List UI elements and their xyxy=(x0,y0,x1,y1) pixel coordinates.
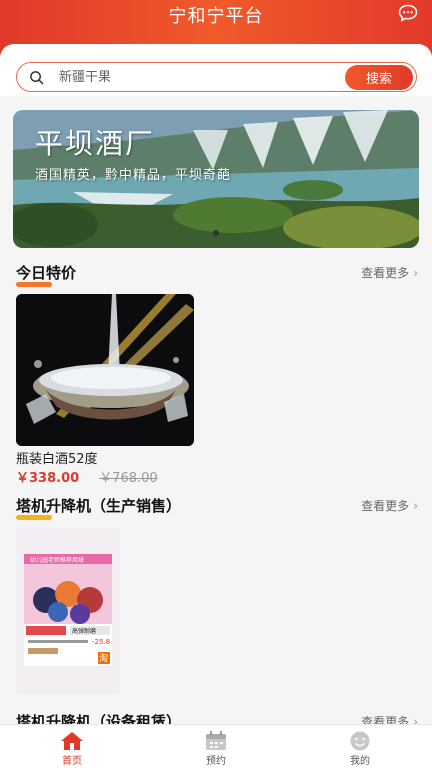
ad-text-top: 幼儿园老师推荐用球 xyxy=(30,557,85,564)
tab-label: 首页 xyxy=(62,756,82,767)
search-bar: 搜索 xyxy=(0,44,432,96)
search-icon xyxy=(30,71,44,85)
search-input[interactable] xyxy=(59,68,329,87)
section-accent-bar xyxy=(16,282,52,287)
tab-label: 我的 xyxy=(350,756,370,767)
bottom-tab-bar: 首页 预约 我的 xyxy=(0,724,432,768)
carousel-indicator xyxy=(13,221,419,240)
banner-subtitle: 酒国精英，黔中精品，平坝奇葩 xyxy=(35,168,232,183)
section-accent-bar xyxy=(16,515,52,520)
taobao-badge-icon: 淘 xyxy=(99,654,109,664)
chat-bubble-icon xyxy=(398,4,418,22)
ad-text-tag: 高弹耐磨 xyxy=(72,628,97,635)
section-header-special-offers: 今日特价 查看更多 › xyxy=(16,262,418,292)
product-image-liquor xyxy=(16,294,194,446)
calendar-icon xyxy=(206,731,226,750)
section-title: 今日特价 xyxy=(16,264,77,282)
chevron-right-icon: › xyxy=(413,266,418,280)
message-button[interactable] xyxy=(398,4,418,22)
page-title: 宁和宁平台 xyxy=(168,6,264,27)
banner-title: 平坝酒厂 xyxy=(35,127,156,160)
chevron-right-icon: › xyxy=(413,499,418,513)
tab-label: 预约 xyxy=(206,756,226,767)
carousel-dot[interactable] xyxy=(213,230,219,236)
sale-price: ￥338.00 xyxy=(16,471,80,486)
product-image-basketball-ad xyxy=(16,528,120,694)
product-card[interactable]: 幼儿园老师推荐用球 高弹耐磨 -25.8 淘 xyxy=(16,528,120,694)
see-more-link[interactable]: 查看更多 › xyxy=(361,497,418,514)
user-face-icon xyxy=(350,731,370,751)
search-button[interactable]: 搜索 xyxy=(345,65,413,90)
product-card[interactable]: 瓶装白酒52度 ￥338.00 ￥768.00 xyxy=(16,294,196,486)
tab-mine[interactable]: 我的 xyxy=(288,725,432,768)
tab-appointment[interactable]: 预约 xyxy=(144,725,288,768)
see-more-link[interactable]: 查看更多 › xyxy=(361,264,418,281)
search-box: 搜索 xyxy=(16,62,417,92)
section-title: 塔机升降机（生产销售） xyxy=(16,497,182,515)
promo-banner[interactable]: 平坝酒厂 酒国精英，黔中精品，平坝奇葩 xyxy=(13,110,419,248)
home-icon xyxy=(61,732,83,750)
ad-price: -25.8 xyxy=(92,638,111,646)
original-price: ￥768.00 xyxy=(99,471,158,486)
product-name: 瓶装白酒52度 xyxy=(16,452,98,467)
section-header-tower-crane-sales: 塔机升降机（生产销售） 查看更多 › xyxy=(16,495,418,525)
tab-home[interactable]: 首页 xyxy=(0,725,144,768)
price-row: ￥338.00 ￥768.00 xyxy=(16,467,196,486)
